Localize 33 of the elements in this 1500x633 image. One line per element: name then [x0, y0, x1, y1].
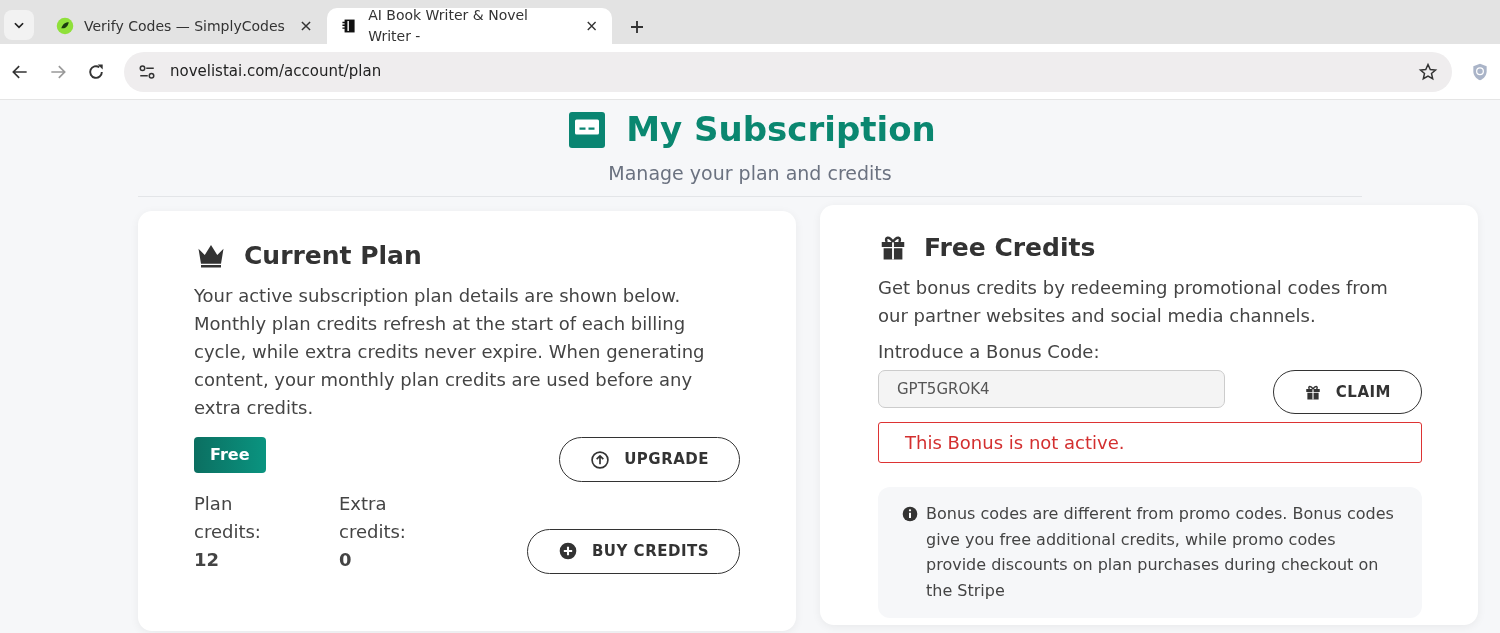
free-credits-description: Get bonus credits by redeeming promotional codes from our partner websites and social media channels. — [878, 276, 1389, 328]
tab-title: AI Book Writer & Novel Writer - — [368, 6, 529, 46]
browser-tab[interactable]: AI Book Writer & Novel Writer - — [327, 8, 612, 44]
credits-value: 12 — [194, 547, 221, 572]
claim-button[interactable]: CLAIM — [1272, 369, 1422, 415]
browser-tab[interactable]: Verify Codes — SimplyCodes — [42, 8, 327, 44]
site-settings-icon[interactable] — [138, 62, 156, 81]
credits-value: 0 — [339, 547, 353, 572]
page-title: My Subscription — [626, 108, 936, 151]
info-text: Bonus codes are different from promo codes. Bonus codes give you free additional credits, while promo codes provide discounts on plan purchases during checkout on the Stripe — [926, 503, 1395, 602]
bonus-code-field[interactable]: GPT5GROK4 — [878, 369, 1225, 409]
arrow-up-circle-icon — [590, 449, 611, 470]
close-icon[interactable] — [299, 19, 313, 33]
plan-badge: Free — [194, 437, 266, 474]
upgrade-button[interactable]: UPGRADE — [559, 437, 740, 482]
address-bar[interactable]: novelistai.com/account/plan — [124, 51, 1452, 92]
card-title: Free Credits — [924, 231, 1096, 264]
error-message: This Bonus is not active. — [878, 422, 1422, 464]
url-text: novelistai.com/account/plan — [170, 61, 382, 83]
field-label: Introduce a Bonus Code: — [878, 339, 1101, 364]
page-subtitle: Manage your plan and credits — [608, 161, 892, 186]
leaf-icon — [56, 17, 74, 35]
star-icon[interactable] — [1418, 61, 1438, 82]
credits-label: Extra credits: — [339, 491, 407, 544]
card-title: Current Plan — [244, 239, 422, 272]
info-icon — [902, 506, 918, 523]
credits-label: Plan credits: — [194, 491, 262, 544]
tab-title: Verify Codes — SimplyCodes — [84, 16, 285, 36]
close-icon[interactable] — [584, 19, 598, 33]
plan-description: Your active subscription plan details are shown below. Monthly plan credits refresh at the start of each billing cycle, while extra credits never expire. When generating content, your monthly plan credits are used before any extra credits. — [194, 284, 706, 420]
buy-credits-button[interactable]: BUY CREDITS — [526, 529, 740, 574]
plus-icon[interactable] — [628, 18, 646, 36]
plus-circle-icon — [557, 541, 578, 562]
